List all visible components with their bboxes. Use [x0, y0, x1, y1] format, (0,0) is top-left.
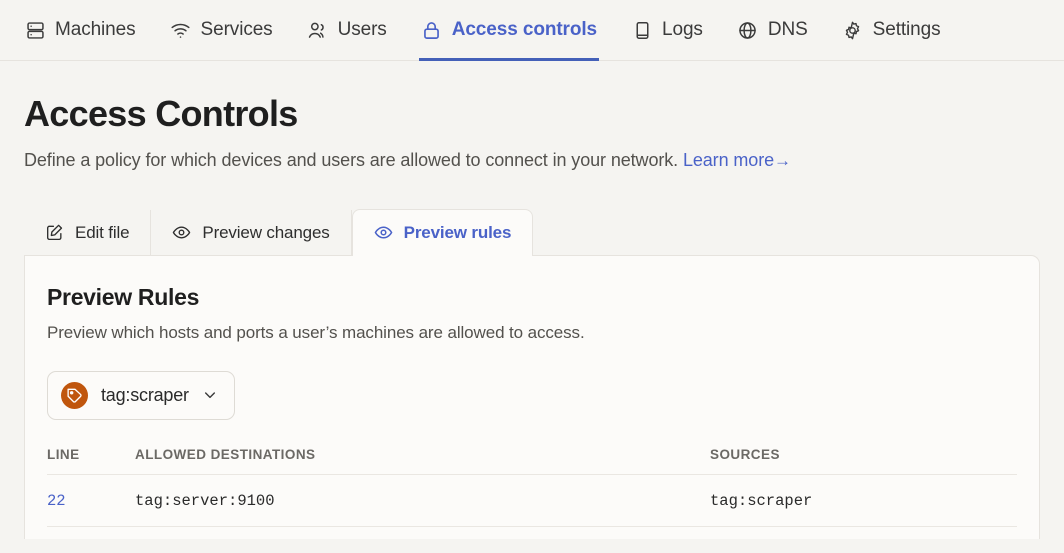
- rules-table: LINE ALLOWED DESTINATIONS SOURCES 22 tag…: [47, 446, 1017, 527]
- nav-label: Access controls: [451, 19, 598, 40]
- active-nav-underline: [418, 57, 600, 61]
- rules-table-body: 22 tag:server:9100 tag:scraper: [47, 474, 1017, 527]
- tab-bar: Edit file Preview changes Preview rules: [24, 208, 1040, 256]
- line-number-link[interactable]: 22: [47, 492, 66, 510]
- users-icon: [307, 19, 329, 41]
- cell-destination: tag:server:9100: [135, 474, 710, 527]
- learn-more-link[interactable]: Learn more→: [683, 150, 791, 170]
- nav-label: Settings: [872, 19, 941, 40]
- nav-label: Users: [337, 19, 387, 40]
- book-icon: [631, 19, 653, 41]
- column-header-sources: SOURCES: [710, 446, 1017, 475]
- globe-icon: [737, 19, 759, 41]
- nav-label: Machines: [55, 19, 136, 40]
- tag-selector-value: tag:scraper: [101, 384, 189, 405]
- rules-table-head: LINE ALLOWED DESTINATIONS SOURCES: [47, 446, 1017, 475]
- tag-selector-dropdown[interactable]: tag:scraper: [47, 370, 235, 420]
- tab-preview-rules[interactable]: Preview rules: [351, 208, 534, 256]
- server-icon: [24, 19, 46, 41]
- column-header-line: LINE: [47, 446, 135, 475]
- nav-label: Services: [200, 19, 273, 40]
- nav-item-machines[interactable]: Machines: [24, 0, 136, 61]
- table-row: 22 tag:server:9100 tag:scraper: [47, 474, 1017, 527]
- primary-navigation: Machines Services Users Access controls …: [0, 0, 1064, 61]
- page-description: Define a policy for which devices and us…: [24, 134, 1040, 171]
- page-body: Access Controls Define a policy for whic…: [0, 61, 1064, 539]
- nav-item-dns[interactable]: DNS: [737, 0, 808, 61]
- eye-icon: [374, 223, 393, 242]
- gear-icon: [842, 19, 864, 41]
- cell-line: 22: [47, 474, 135, 527]
- table-header-row: LINE ALLOWED DESTINATIONS SOURCES: [47, 446, 1017, 475]
- cell-source: tag:scraper: [710, 474, 1017, 527]
- chevron-down-icon: [202, 387, 218, 403]
- tab-label: Preview changes: [202, 222, 330, 242]
- page-description-text: Define a policy for which devices and us…: [24, 149, 679, 170]
- nav-item-users[interactable]: Users: [307, 0, 387, 61]
- card-description: Preview which hosts and ports a user’s m…: [47, 322, 585, 342]
- tag-icon: [61, 381, 88, 409]
- tab-preview-changes[interactable]: Preview changes: [151, 209, 352, 256]
- card-title: Preview Rules: [47, 283, 200, 310]
- tab-edit-file[interactable]: Edit file: [24, 209, 152, 256]
- tab-label: Preview rules: [403, 222, 512, 242]
- tab-label: Edit file: [75, 222, 130, 242]
- preview-rules-card: Preview Rules Preview which hosts and po…: [24, 254, 1040, 539]
- eye-icon: [172, 223, 191, 242]
- nav-label: Logs: [662, 19, 703, 40]
- arrow-right-icon: →: [774, 150, 791, 170]
- wifi-icon: [170, 19, 192, 41]
- edit-pencil-icon: [45, 223, 64, 242]
- nav-item-logs[interactable]: Logs: [631, 0, 703, 61]
- page-title: Access Controls: [24, 93, 298, 134]
- column-header-destinations: ALLOWED DESTINATIONS: [135, 446, 710, 475]
- learn-more-label: Learn more: [682, 149, 775, 170]
- lock-icon: [421, 19, 443, 41]
- nav-item-access-controls[interactable]: Access controls: [418, 0, 600, 61]
- nav-item-settings[interactable]: Settings: [842, 0, 941, 61]
- nav-label: DNS: [767, 19, 808, 40]
- nav-item-services[interactable]: Services: [170, 0, 273, 61]
